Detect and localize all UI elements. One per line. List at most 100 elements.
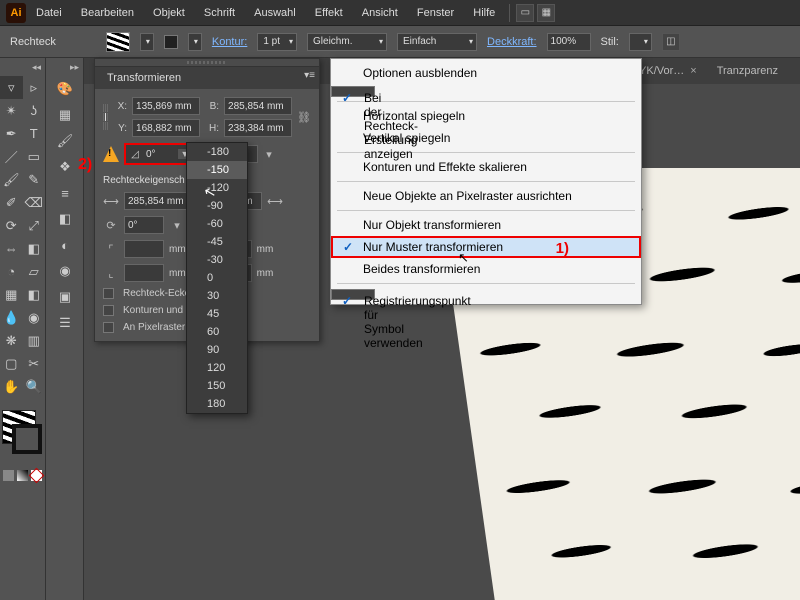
transparency-panel-icon[interactable]: ◐ xyxy=(46,232,84,258)
angle-option[interactable]: -150 xyxy=(187,161,247,179)
mesh-tool[interactable]: ▦ xyxy=(0,283,23,306)
stroke-dropdown[interactable] xyxy=(188,33,202,51)
menu-item[interactable]: Vertikal spiegeln xyxy=(331,127,641,149)
fill-stroke-swatches[interactable] xyxy=(0,408,42,464)
stroke-panel-icon[interactable]: ≡ xyxy=(46,180,84,206)
angle-option[interactable]: 150 xyxy=(187,377,247,395)
color-mode-solid[interactable] xyxy=(3,470,14,481)
collapse-icon[interactable]: ◂◂ xyxy=(32,62,41,73)
type-tool[interactable]: T xyxy=(23,122,46,145)
rect-w-field[interactable] xyxy=(124,192,192,210)
perspective-tool[interactable]: ▱ xyxy=(23,260,46,283)
corner-bl-icon[interactable]: ⌞ xyxy=(103,265,119,281)
fill-swatch[interactable] xyxy=(106,32,130,52)
appearance-panel-icon[interactable]: ◉ xyxy=(46,258,84,284)
hand-tool[interactable]: ✋ xyxy=(0,375,23,398)
panel-menu-icon[interactable]: ▾≡ xyxy=(304,70,315,81)
shape-builder-tool[interactable]: ◔ xyxy=(0,260,23,283)
layout-icon[interactable]: ▭ xyxy=(516,4,534,22)
angle-option[interactable]: 0 xyxy=(187,269,247,287)
scale-tool[interactable]: ⤢ xyxy=(23,214,46,237)
angle-option[interactable]: 60 xyxy=(187,323,247,341)
doc-tab-3[interactable]: Tranzparenz xyxy=(707,65,788,77)
rotate-angle-field[interactable] xyxy=(144,149,178,160)
stroke-color[interactable] xyxy=(12,424,42,454)
link-icon[interactable]: ⛓ xyxy=(297,109,311,125)
menu-window[interactable]: Fenster xyxy=(409,7,462,19)
width-tool[interactable]: ⇔ xyxy=(0,237,23,260)
rectangle-tool[interactable]: ▭ xyxy=(23,145,46,168)
magic-wand-tool[interactable]: ✴ xyxy=(0,99,23,122)
swatches-panel-icon[interactable]: ▦ xyxy=(46,102,84,128)
y-field[interactable] xyxy=(132,119,200,137)
stroke-label[interactable]: Kontur: xyxy=(212,36,247,48)
menu-type[interactable]: Schrift xyxy=(196,7,243,19)
graphic-styles-panel-icon[interactable]: ▣ xyxy=(46,284,84,310)
menu-file[interactable]: Datei xyxy=(28,7,70,19)
h-field[interactable] xyxy=(224,119,292,137)
checkbox[interactable] xyxy=(103,305,114,316)
angle-option[interactable]: -90 xyxy=(187,197,247,215)
blend-tool[interactable]: ◉ xyxy=(23,306,46,329)
eraser-tool[interactable]: ⌫ xyxy=(23,191,46,214)
selection-tool[interactable]: ▿ xyxy=(0,76,23,99)
angle-option[interactable]: -30 xyxy=(187,251,247,269)
angle-dropdown-list[interactable]: -180-150-120-90-60-45-300304560901201501… xyxy=(186,142,248,414)
pencil-tool[interactable]: ✎ xyxy=(23,168,46,191)
gradient-panel-icon[interactable]: ◧ xyxy=(46,206,84,232)
eyedropper-tool[interactable]: 💧 xyxy=(0,306,23,329)
more-icon[interactable]: ◫ xyxy=(662,33,680,51)
x-field[interactable] xyxy=(132,97,200,115)
gradient-tool[interactable]: ◧ xyxy=(23,283,46,306)
menu-item[interactable]: Nur Objekt transformieren xyxy=(331,214,641,236)
angle-option[interactable]: 45 xyxy=(187,305,247,323)
symbol-sprayer-tool[interactable]: ❋ xyxy=(0,329,23,352)
color-panel-icon[interactable]: 🎨 xyxy=(46,76,84,102)
corner-field[interactable] xyxy=(124,240,164,258)
menu-view[interactable]: Ansicht xyxy=(354,7,406,19)
layers-panel-icon[interactable]: ☰ xyxy=(46,310,84,336)
lasso-tool[interactable]: ʖ xyxy=(23,99,46,122)
stroke-swatch[interactable] xyxy=(164,35,178,49)
menu-object[interactable]: Objekt xyxy=(145,7,193,19)
pen-tool[interactable]: ✒ xyxy=(0,122,23,145)
angle-option[interactable]: -45 xyxy=(187,233,247,251)
corner-tl-icon[interactable]: ⌜ xyxy=(103,241,119,257)
stroke-weight[interactable]: 1 pt xyxy=(257,33,297,51)
menu-item[interactable]: Neue Objekte an Pixelraster ausrichten xyxy=(331,185,641,207)
artboard-tool[interactable]: ▢ xyxy=(0,352,23,375)
opacity-label[interactable]: Deckkraft: xyxy=(487,36,537,48)
angle-option[interactable]: 120 xyxy=(187,359,247,377)
angle-option[interactable]: -120 xyxy=(187,179,247,197)
dropdown-caret-icon[interactable]: ▾ xyxy=(261,146,277,162)
expand-icon[interactable]: ▸▸ xyxy=(70,62,79,73)
checkbox[interactable] xyxy=(103,288,114,299)
menu-item[interactable]: Bei der Rechteck-Erstellung anzeigen xyxy=(331,86,375,97)
zoom-tool[interactable]: 🔍 xyxy=(23,375,46,398)
angle-option[interactable]: 90 xyxy=(187,341,247,359)
rect-angle-field[interactable] xyxy=(124,216,164,234)
rotate-tool[interactable]: ⟳ xyxy=(0,214,23,237)
dropdown-caret-icon[interactable]: ▾ xyxy=(169,217,185,233)
menu-item[interactable]: Horizontal spiegeln xyxy=(331,105,641,127)
brush-tool[interactable]: 🖌 xyxy=(0,168,23,191)
menu-help[interactable]: Hilfe xyxy=(465,7,503,19)
fill-dropdown[interactable] xyxy=(140,33,154,51)
panel-flyout-menu[interactable]: Optionen ausblenden Bei der Rechteck-Erst… xyxy=(330,58,642,305)
line-tool[interactable]: ／ xyxy=(0,145,23,168)
menu-item[interactable]: Registrierungspunkt für Symbol verwenden xyxy=(331,289,375,300)
menu-item[interactable]: Beides transformieren xyxy=(331,258,641,280)
color-mode-none[interactable] xyxy=(31,470,42,481)
menu-effect[interactable]: Effekt xyxy=(307,7,351,19)
menu-item[interactable]: Konturen und Effekte skalieren xyxy=(331,156,641,178)
stroke-cap[interactable]: Gleichm. xyxy=(307,33,387,51)
close-icon[interactable]: × xyxy=(690,65,696,77)
menu-item[interactable]: Optionen ausblenden xyxy=(331,62,641,84)
direct-selection-tool[interactable]: ▹ xyxy=(23,76,46,99)
angle-option[interactable]: 180 xyxy=(187,395,247,413)
panel-grip[interactable] xyxy=(95,59,319,67)
checkbox[interactable] xyxy=(103,322,114,333)
angle-option[interactable]: -60 xyxy=(187,215,247,233)
angle-option[interactable]: -180 xyxy=(187,143,247,161)
blob-brush-tool[interactable]: ✐ xyxy=(0,191,23,214)
